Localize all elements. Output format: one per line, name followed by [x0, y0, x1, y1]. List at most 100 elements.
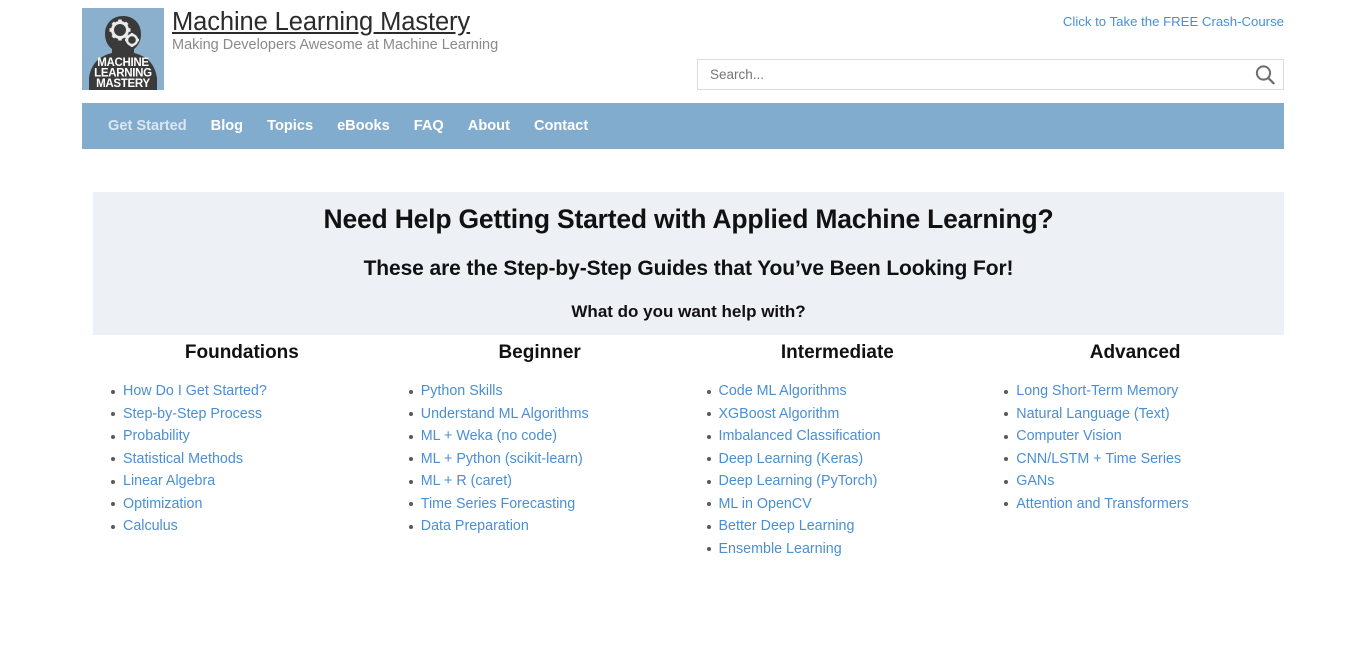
- nav-item-get-started: Get Started: [96, 103, 199, 149]
- list-item: CNN/LSTM + Time Series: [1004, 448, 1284, 471]
- site-title[interactable]: Machine Learning Mastery: [172, 7, 470, 37]
- nav-list: Get Started Blog Topics eBooks FAQ About…: [96, 103, 600, 149]
- hero-heading: Need Help Getting Started with Applied M…: [323, 204, 1054, 234]
- link-list-intermediate: Code ML Algorithms XGBoost Algorithm Imb…: [689, 380, 987, 560]
- column-title-advanced: Advanced: [1089, 342, 1181, 363]
- guide-link[interactable]: Statistical Methods: [123, 451, 243, 467]
- guide-link[interactable]: Code ML Algorithms: [719, 383, 847, 399]
- nav-item-contact: Contact: [522, 103, 600, 149]
- guide-link[interactable]: Optimization: [123, 496, 202, 512]
- guide-link[interactable]: Attention and Transformers: [1016, 496, 1188, 512]
- list-item: ML in OpenCV: [706, 493, 987, 516]
- list-item: Natural Language (Text): [1004, 403, 1284, 426]
- logo-graphic: MACHINE LEARNING MASTERY: [82, 8, 164, 90]
- list-item: Linear Algebra: [111, 470, 391, 493]
- guide-link[interactable]: Linear Algebra: [123, 473, 215, 489]
- guide-link[interactable]: Time Series Forecasting: [421, 496, 575, 512]
- guide-link[interactable]: ML in OpenCV: [719, 496, 812, 512]
- search-box: [697, 59, 1284, 90]
- list-item: Deep Learning (Keras): [706, 448, 987, 471]
- guide-link[interactable]: CNN/LSTM + Time Series: [1016, 451, 1181, 467]
- nav-item-faq: FAQ: [402, 103, 456, 149]
- guide-link[interactable]: Better Deep Learning: [719, 518, 855, 534]
- guide-link[interactable]: Data Preparation: [421, 518, 529, 534]
- guide-columns: Foundations How Do I Get Started? Step-b…: [93, 341, 1284, 560]
- column-beginner: Beginner Python Skills Understand ML Alg…: [391, 341, 689, 560]
- list-item: Imbalanced Classification: [706, 425, 987, 448]
- list-item: Understand ML Algorithms: [408, 403, 689, 426]
- guide-link[interactable]: How Do I Get Started?: [123, 383, 267, 399]
- nav-link-get-started[interactable]: Get Started: [96, 118, 199, 134]
- search-submit-button[interactable]: [1253, 63, 1277, 87]
- guide-link[interactable]: Ensemble Learning: [719, 541, 842, 557]
- site-tagline: Making Developers Awesome at Machine Lea…: [172, 37, 499, 53]
- guide-link[interactable]: Step-by-Step Process: [123, 406, 262, 422]
- list-item: Better Deep Learning: [706, 515, 987, 538]
- list-item: Python Skills: [408, 380, 689, 403]
- guide-link[interactable]: ML + Weka (no code): [421, 428, 557, 444]
- guide-link[interactable]: Calculus: [123, 518, 178, 534]
- guide-link[interactable]: Imbalanced Classification: [719, 428, 881, 444]
- search-icon: [1255, 65, 1275, 85]
- main-navigation: Get Started Blog Topics eBooks FAQ About…: [82, 103, 1284, 149]
- list-item: GANs: [1004, 470, 1284, 493]
- list-item: How Do I Get Started?: [111, 380, 391, 403]
- list-item: ML + Python (scikit-learn): [408, 448, 689, 471]
- list-item: Ensemble Learning: [706, 538, 987, 561]
- guide-link[interactable]: Deep Learning (Keras): [719, 451, 864, 467]
- site-header: MACHINE LEARNING MASTERY Machine Learnin…: [82, 0, 1284, 101]
- list-item: Computer Vision: [1004, 425, 1284, 448]
- list-item: Time Series Forecasting: [408, 493, 689, 516]
- guide-link[interactable]: Computer Vision: [1016, 428, 1121, 444]
- guide-link[interactable]: XGBoost Algorithm: [719, 406, 840, 422]
- link-list-foundations: How Do I Get Started? Step-by-Step Proce…: [93, 380, 391, 538]
- nav-item-topics: Topics: [255, 103, 325, 149]
- list-item: ML + Weka (no code): [408, 425, 689, 448]
- link-list-beginner: Python Skills Understand ML Algorithms M…: [391, 380, 689, 538]
- link-list-advanced: Long Short-Term Memory Natural Language …: [986, 380, 1284, 515]
- column-title-foundations: Foundations: [184, 342, 299, 363]
- svg-text:MASTERY: MASTERY: [96, 78, 150, 90]
- list-item: Data Preparation: [408, 515, 689, 538]
- column-foundations: Foundations How Do I Get Started? Step-b…: [93, 341, 391, 560]
- guide-link[interactable]: Python Skills: [421, 383, 503, 399]
- list-item: Long Short-Term Memory: [1004, 380, 1284, 403]
- guide-link[interactable]: ML + Python (scikit-learn): [421, 451, 583, 467]
- list-item: XGBoost Algorithm: [706, 403, 987, 426]
- guide-link[interactable]: Deep Learning (PyTorch): [719, 473, 878, 489]
- nav-item-about: About: [456, 103, 522, 149]
- page-root: MACHINE LEARNING MASTERY Machine Learnin…: [0, 0, 1366, 655]
- column-advanced: Advanced Long Short-Term Memory Natural …: [986, 341, 1284, 560]
- guide-link[interactable]: GANs: [1016, 473, 1054, 489]
- nav-link-topics[interactable]: Topics: [255, 118, 325, 134]
- column-title-beginner: Beginner: [498, 342, 581, 363]
- guide-link[interactable]: Understand ML Algorithms: [421, 406, 589, 422]
- guide-link[interactable]: Probability: [123, 428, 190, 444]
- crash-course-link[interactable]: Click to Take the FREE Crash-Course: [1063, 13, 1284, 31]
- guide-link[interactable]: Long Short-Term Memory: [1016, 383, 1178, 399]
- list-item: Code ML Algorithms: [706, 380, 987, 403]
- nav-link-contact[interactable]: Contact: [522, 118, 600, 134]
- nav-link-blog[interactable]: Blog: [199, 118, 255, 134]
- search-input[interactable]: [698, 60, 1238, 89]
- nav-link-faq[interactable]: FAQ: [402, 118, 456, 134]
- nav-link-about[interactable]: About: [456, 118, 522, 134]
- column-intermediate: Intermediate Code ML Algorithms XGBoost …: [689, 341, 987, 560]
- nav-link-ebooks[interactable]: eBooks: [325, 118, 402, 134]
- nav-item-blog: Blog: [199, 103, 255, 149]
- list-item: Deep Learning (PyTorch): [706, 470, 987, 493]
- hero-subheading: These are the Step-by-Step Guides that Y…: [363, 257, 1014, 280]
- guide-link[interactable]: Natural Language (Text): [1016, 406, 1169, 422]
- list-item: Statistical Methods: [111, 448, 391, 471]
- list-item: Calculus: [111, 515, 391, 538]
- site-logo[interactable]: MACHINE LEARNING MASTERY: [82, 8, 164, 90]
- list-item: Probability: [111, 425, 391, 448]
- hero-panel: Need Help Getting Started with Applied M…: [93, 192, 1284, 335]
- list-item: Step-by-Step Process: [111, 403, 391, 426]
- column-title-intermediate: Intermediate: [780, 342, 894, 363]
- hero-prompt: What do you want help with?: [571, 302, 806, 321]
- list-item: Attention and Transformers: [1004, 493, 1284, 516]
- list-item: ML + R (caret): [408, 470, 689, 493]
- nav-item-ebooks: eBooks: [325, 103, 402, 149]
- guide-link[interactable]: ML + R (caret): [421, 473, 512, 489]
